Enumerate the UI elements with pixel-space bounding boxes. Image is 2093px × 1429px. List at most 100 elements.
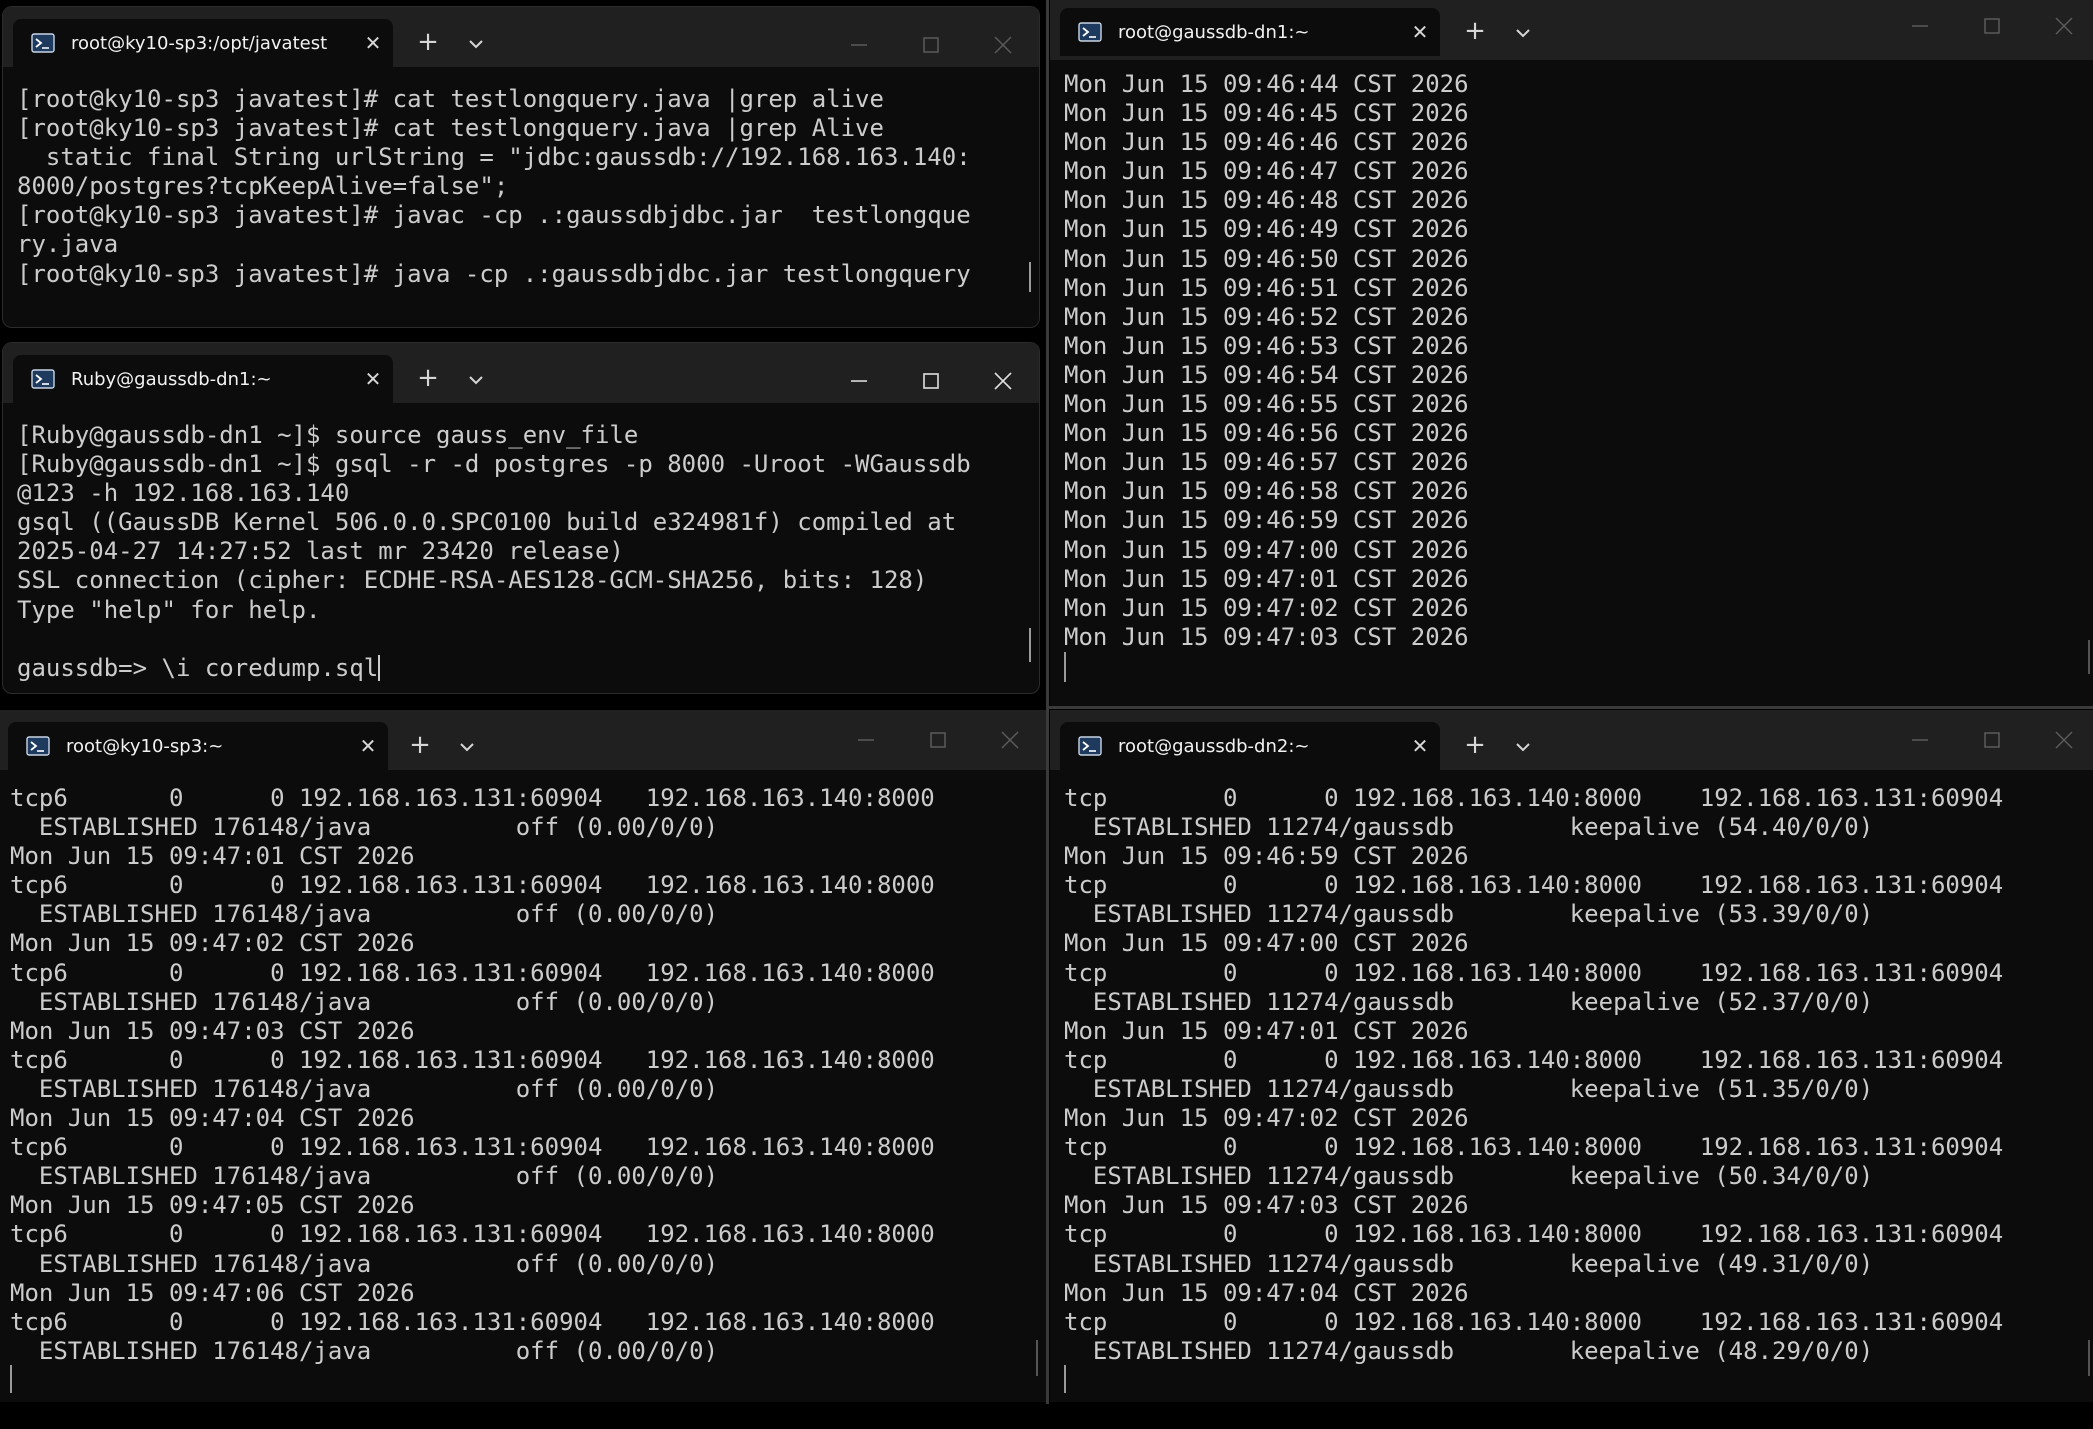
terminal-line: Mon Jun 15 09:47:04 CST 2026 — [1064, 1278, 1469, 1307]
chevron-down-icon[interactable] — [461, 29, 491, 59]
plus-icon[interactable]: + — [1460, 18, 1490, 48]
close-icon[interactable] — [983, 25, 1023, 65]
close-icon[interactable] — [983, 361, 1023, 401]
tab-dn1-clock[interactable]: root@gaussdb-dn1:~ ✕ — [1060, 8, 1440, 56]
minimize-icon[interactable] — [839, 361, 879, 401]
terminal-output[interactable]: tcp 0 0 192.168.163.140:8000 192.168.163… — [1064, 784, 2083, 1366]
terminal-line: 2025-04-27 14:27:52 last mr 23420 releas… — [17, 537, 624, 566]
terminal-window-gsql[interactable]: Ruby@gaussdb-dn1:~ ✕ + [Ruby@gaussdb-dn1… — [2, 342, 1040, 694]
tab-close-icon[interactable]: ✕ — [348, 734, 388, 758]
terminal-line: Mon Jun 15 09:47:01 CST 2026 — [10, 842, 415, 871]
tab-java-client[interactable]: root@ky10-sp3:/opt/javatest ✕ — [13, 19, 393, 67]
tab-close-icon[interactable]: ✕ — [1400, 734, 1440, 758]
title-bar[interactable]: root@ky10-sp3:/opt/javatest ✕ + — [3, 7, 1039, 67]
terminal-line: Mon Jun 15 09:46:53 CST 2026 — [1064, 331, 1469, 360]
maximize-icon[interactable] — [1972, 6, 2012, 46]
terminal-window-dn1-clock[interactable]: root@gaussdb-dn1:~ ✕ + Mon Jun 15 09:46:… — [1050, 0, 2093, 706]
terminal-line: ESTABLISHED 11274/gaussdb keepalive (49.… — [1064, 1249, 1874, 1278]
title-bar[interactable]: Ruby@gaussdb-dn1:~ ✕ + — [3, 343, 1039, 403]
terminal-line: Mon Jun 15 09:46:48 CST 2026 — [1064, 186, 1469, 215]
maximize-icon[interactable] — [911, 25, 951, 65]
terminal-line: SSL connection (cipher: ECDHE-RSA-AES128… — [17, 566, 928, 595]
terminal-line: tcp6 0 0 192.168.163.131:60904 192.168.1… — [10, 784, 935, 812]
terminal-line: ESTABLISHED 11274/gaussdb keepalive (48.… — [1064, 1336, 1874, 1365]
terminal-line: gsql ((GaussDB Kernel 506.0.0.SPC0100 bu… — [17, 508, 957, 537]
chevron-down-icon[interactable] — [452, 732, 482, 762]
terminal-line: Mon Jun 15 09:46:59 CST 2026 — [1064, 842, 1469, 871]
terminal-line: ESTABLISHED 176148/java off (0.00/0/0) — [10, 987, 719, 1016]
terminal-line: Mon Jun 15 09:47:03 CST 2026 — [1064, 622, 1469, 651]
terminal-window-client-netstat[interactable]: root@ky10-sp3:~ ✕ + tcp6 0 0 192.168.163… — [0, 710, 1046, 1402]
minimize-icon[interactable] — [846, 720, 886, 760]
chevron-down-icon[interactable] — [1508, 18, 1538, 48]
minimize-icon[interactable] — [1900, 720, 1940, 760]
terminal-line: Mon Jun 15 09:47:01 CST 2026 — [1064, 564, 1469, 593]
title-bar[interactable]: root@gaussdb-dn1:~ ✕ + — [1050, 0, 2093, 60]
terminal-prompt-icon — [1078, 736, 1102, 756]
close-icon[interactable] — [990, 720, 1030, 760]
chevron-down-icon[interactable] — [1508, 732, 1538, 762]
terminal-line: Mon Jun 15 09:46:50 CST 2026 — [1064, 244, 1469, 273]
terminal-line: ESTABLISHED 11274/gaussdb keepalive (53.… — [1064, 900, 1874, 929]
terminal-line: Mon Jun 15 09:46:54 CST 2026 — [1064, 360, 1469, 389]
terminal-line: Mon Jun 15 09:47:02 CST 2026 — [10, 929, 415, 958]
terminal-output[interactable]: Mon Jun 15 09:46:44 CST 2026 Mon Jun 15 0… — [1064, 70, 2083, 652]
terminal-line: Mon Jun 15 09:47:05 CST 2026 — [10, 1191, 415, 1220]
terminal-line: ESTABLISHED 176148/java off (0.00/0/0) — [10, 1249, 719, 1278]
terminal-window-java-client[interactable]: root@ky10-sp3:/opt/javatest ✕ + [root@ky… — [2, 6, 1040, 328]
terminal-output[interactable]: [root@ky10-sp3 javatest]# cat testlongqu… — [17, 85, 1029, 289]
close-icon[interactable] — [2044, 6, 2084, 46]
maximize-icon[interactable] — [918, 720, 958, 760]
title-bar[interactable]: root@gaussdb-dn2:~ ✕ + — [1050, 710, 2093, 770]
terminal-line: ESTABLISHED 176148/java off (0.00/0/0) — [10, 1162, 719, 1191]
tab-close-icon[interactable]: ✕ — [1400, 20, 1440, 44]
terminal-line: [Ruby@gaussdb-dn1 ~]$ source gauss_env_f… — [17, 421, 639, 449]
maximize-icon[interactable] — [911, 361, 951, 401]
terminal-line: Mon Jun 15 09:46:46 CST 2026 — [1064, 128, 1469, 157]
terminal-line: [root@ky10-sp3 javatest]# cat testlongqu… — [17, 114, 884, 143]
plus-icon[interactable]: + — [413, 365, 443, 395]
terminal-line: tcp 0 0 192.168.163.140:8000 192.168.163… — [1064, 1220, 2004, 1249]
terminal-line: Mon Jun 15 09:47:00 CST 2026 — [1064, 929, 1469, 958]
minimize-icon[interactable] — [839, 25, 879, 65]
tab-gsql[interactable]: Ruby@gaussdb-dn1:~ ✕ — [13, 355, 393, 403]
chevron-down-icon[interactable] — [461, 365, 491, 395]
close-icon[interactable] — [2044, 720, 2084, 760]
terminal-line: tcp6 0 0 192.168.163.131:60904 192.168.1… — [10, 871, 935, 900]
cursor-bar — [1064, 1365, 1066, 1393]
terminal-line: tcp6 0 0 192.168.163.131:60904 192.168.1… — [10, 1133, 935, 1162]
tab-client-netstat[interactable]: root@ky10-sp3:~ ✕ — [8, 722, 388, 770]
plus-icon[interactable]: + — [413, 29, 443, 59]
scrollbar-thumb[interactable] — [1036, 1340, 1038, 1376]
scrollbar-thumb[interactable] — [1029, 628, 1031, 662]
title-bar[interactable]: root@ky10-sp3:~ ✕ + — [0, 710, 1046, 770]
tab-title: Ruby@gaussdb-dn1:~ — [71, 368, 272, 390]
tab-server-netstat[interactable]: root@gaussdb-dn2:~ ✕ — [1060, 722, 1440, 770]
terminal-line: [Ruby@gaussdb-dn1 ~]$ gsql -r -d postgre… — [17, 450, 971, 479]
tab-title: root@gaussdb-dn2:~ — [1118, 735, 1310, 757]
text-cursor — [378, 654, 381, 681]
terminal-line: tcp6 0 0 192.168.163.131:60904 192.168.1… — [10, 1307, 935, 1336]
plus-icon[interactable]: + — [405, 732, 435, 762]
pane-divider-horizontal[interactable] — [1049, 706, 2093, 709]
tab-close-icon[interactable]: ✕ — [353, 31, 393, 55]
scrollbar-thumb[interactable] — [2088, 640, 2090, 674]
terminal-line: Mon Jun 15 09:47:03 CST 2026 — [10, 1016, 415, 1045]
terminal-line: ESTABLISHED 11274/gaussdb keepalive (54.… — [1064, 813, 1874, 842]
terminal-prompt-icon — [26, 736, 50, 756]
terminal-output[interactable]: [Ruby@gaussdb-dn1 ~]$ source gauss_env_f… — [17, 421, 1029, 683]
tab-close-icon[interactable]: ✕ — [353, 367, 393, 391]
scrollbar-thumb[interactable] — [1029, 262, 1031, 292]
terminal-output[interactable]: tcp6 0 0 192.168.163.131:60904 192.168.1… — [10, 784, 1036, 1366]
terminal-line: Mon Jun 15 09:46:52 CST 2026 — [1064, 302, 1469, 331]
scrollbar-thumb[interactable] — [2088, 1340, 2090, 1376]
terminal-line: ESTABLISHED 11274/gaussdb keepalive (52.… — [1064, 987, 1874, 1016]
maximize-icon[interactable] — [1972, 720, 2012, 760]
plus-icon[interactable]: + — [1460, 732, 1490, 762]
terminal-line: tcp6 0 0 192.168.163.131:60904 192.168.1… — [10, 1220, 935, 1249]
minimize-icon[interactable] — [1900, 6, 1940, 46]
terminal-line: ESTABLISHED 176148/java off (0.00/0/0) — [10, 813, 719, 842]
pane-divider-vertical[interactable] — [1046, 0, 1049, 1404]
terminal-line: [root@ky10-sp3 javatest]# cat testlongqu… — [17, 85, 884, 113]
terminal-window-server-netstat[interactable]: root@gaussdb-dn2:~ ✕ + tcp 0 0 192.168.1… — [1050, 710, 2093, 1402]
